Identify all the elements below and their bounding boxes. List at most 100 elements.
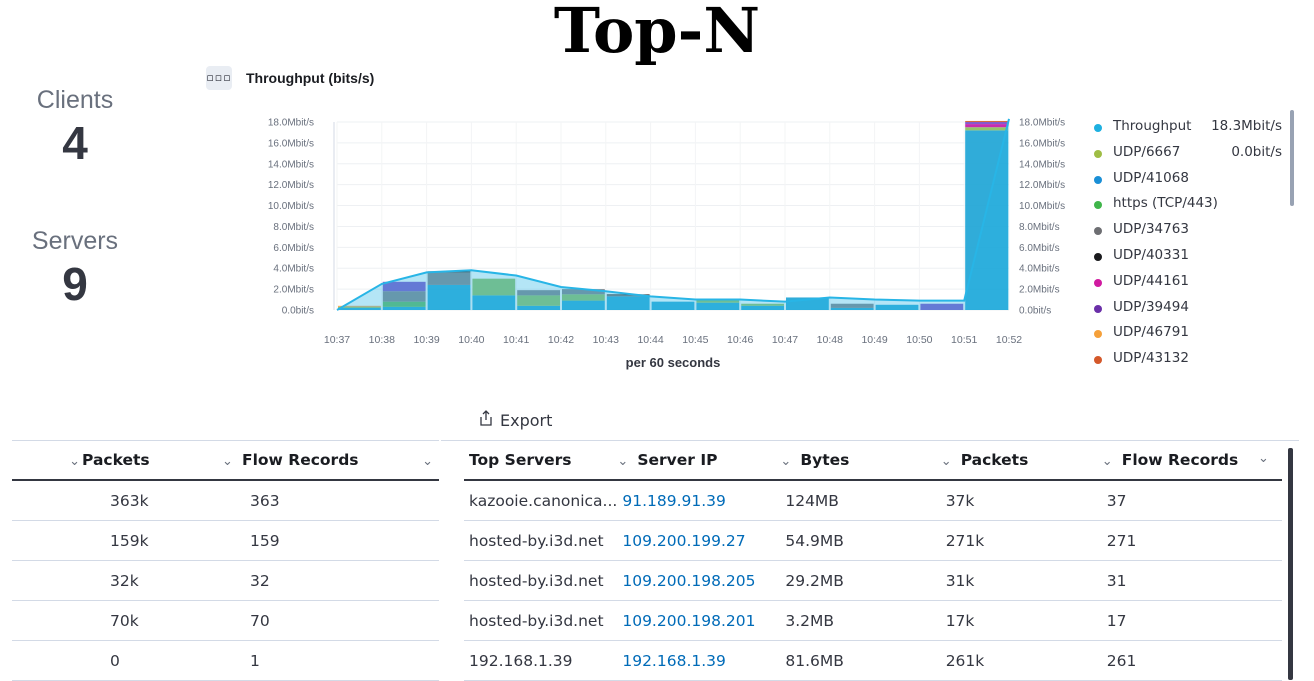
y-tick-label-right: 4.0Mbit/s [1019, 264, 1060, 275]
cell-packets: 0 [82, 640, 222, 681]
table-header-row: ⌄ Packets ⌄ Flow Records ⌄ [12, 441, 439, 481]
table-cell-spacer [12, 640, 82, 681]
x-tick-label: 10:39 [413, 334, 439, 346]
cell-packets: 363k [82, 480, 222, 521]
legend-label: UDP/41068 [1113, 169, 1189, 186]
export-label: Export [500, 411, 553, 430]
bar-segment [965, 122, 1008, 125]
column-header-bytes[interactable]: ⌄ Bytes [780, 441, 941, 481]
export-button[interactable]: Export [478, 410, 552, 430]
cell-flow-records: 159 [222, 520, 369, 561]
x-axis-title: per 60 seconds [626, 355, 721, 370]
table-row: 159k 159 [12, 520, 439, 561]
y-tick-label-right: 2.0Mbit/s [1019, 285, 1060, 296]
chevron-down-icon[interactable]: ⌄ [413, 454, 433, 469]
table-cell-spacer [12, 520, 82, 561]
cell-packets: 17k [940, 600, 1102, 641]
y-tick-label: 8.0Mbit/s [273, 222, 314, 233]
legend-label: Throughput [1113, 118, 1192, 134]
table-scrollbar[interactable] [1288, 448, 1293, 680]
cell-server-ip[interactable]: 109.200.199.27 [617, 520, 781, 561]
cell-server-ip[interactable]: 192.168.1.39 [617, 640, 781, 681]
legend-item[interactable]: UDP/40331 [1094, 247, 1294, 267]
legend-item[interactable]: https (TCP/443) [1094, 195, 1294, 215]
x-tick-label: 10:52 [996, 334, 1022, 346]
y-tick-label: 0.0bit/s [282, 306, 314, 317]
column-header-packets[interactable]: ⌄ Packets [940, 441, 1102, 481]
cell-flow-records: 32 [222, 560, 369, 601]
column-label: Bytes [800, 451, 850, 469]
cell-server-name: 192.168.1.39 [464, 640, 618, 681]
legend-scrollbar[interactable] [1290, 110, 1294, 206]
table-cell-spacer [369, 600, 439, 641]
table-cell-spacer [12, 600, 82, 641]
legend-dot-icon [1094, 304, 1102, 313]
legend-label: UDP/39494 [1113, 298, 1189, 315]
y-tick-label-right: 18.0Mbit/s [1019, 118, 1065, 129]
cell-flow-records: 261 [1101, 640, 1282, 681]
y-tick-label-right: 14.0Mbit/s [1019, 159, 1065, 170]
column-header-flow-records[interactable]: ⌄ Flow Records ⌄ [1101, 441, 1282, 481]
chevron-down-icon[interactable]: ⌄ [617, 454, 637, 469]
y-tick-label-right: 6.0Mbit/s [1019, 243, 1060, 254]
throughput-area [337, 118, 1009, 310]
y-tick-label-right: 12.0Mbit/s [1019, 180, 1065, 191]
chevron-down-icon[interactable]: ⌄ [60, 454, 80, 469]
legend-item[interactable]: UDP/46791 [1094, 324, 1294, 344]
y-tick-label: 6.0Mbit/s [273, 243, 314, 254]
legend-label: UDP/46791 [1113, 324, 1189, 341]
column-header-top-servers[interactable]: Top Servers [464, 441, 618, 481]
column-header-flow-records[interactable]: ⌄ Flow Records [222, 441, 369, 481]
legend-item[interactable]: UDP/34763 [1094, 221, 1294, 241]
legend-dot-icon [1094, 278, 1102, 287]
clients-table: ⌄ Packets ⌄ Flow Records ⌄ 363k 363 159k 159… [12, 441, 439, 681]
chevron-down-icon[interactable]: ⌄ [222, 454, 242, 469]
chevron-down-icon[interactable]: ⌄ [1102, 454, 1122, 469]
table-cell-spacer [369, 560, 439, 601]
table-row: kazooie.canonica... 91.189.91.39 124MB 37k 3… [464, 480, 1282, 521]
x-tick-label: 10:50 [906, 334, 932, 346]
x-tick-label: 10:45 [682, 334, 708, 346]
table-cell-spacer [369, 480, 439, 521]
column-label: Flow Records [1121, 451, 1239, 469]
table-row: hosted-by.i3d.net 109.200.198.201 3.2MB 17k… [464, 600, 1282, 641]
cell-server-ip[interactable]: 109.200.198.205 [617, 560, 781, 601]
cell-flow-records: 31 [1101, 560, 1282, 601]
y-tick-label: 14.0Mbit/s [268, 159, 314, 170]
table-row: 363k 363 [12, 480, 439, 521]
column-toggle[interactable]: ⌄ [369, 441, 439, 481]
cell-packets: 31k [940, 560, 1102, 601]
cell-packets: 32k [82, 560, 222, 601]
x-tick-label: 10:40 [458, 334, 484, 346]
chevron-down-icon[interactable]: ⌄ [1258, 451, 1278, 466]
column-header-packets[interactable]: Packets [82, 441, 222, 481]
legend-item[interactable]: UDP/41068 [1094, 170, 1294, 190]
chevron-down-icon[interactable]: ⌄ [780, 454, 800, 469]
cell-bytes: 81.6MB [780, 640, 941, 681]
y-tick-label: 10.0Mbit/s [268, 201, 314, 212]
legend-label: UDP/34763 [1113, 221, 1189, 238]
cell-flow-records: 37 [1101, 480, 1282, 521]
x-tick-label: 10:51 [951, 334, 977, 346]
legend-item[interactable]: UDP/39494 [1094, 299, 1294, 319]
table-cell-spacer [369, 520, 439, 561]
chevron-down-icon[interactable]: ⌄ [941, 454, 961, 469]
legend-label: UDP/44161 [1113, 272, 1189, 289]
cell-server-ip[interactable]: 91.189.91.39 [617, 480, 781, 521]
column-toggle[interactable]: ⌄ [12, 441, 82, 481]
cell-server-ip[interactable]: 109.200.198.201 [617, 600, 781, 641]
legend-item[interactable]: UDP/6667 0.0bit/s [1094, 144, 1294, 164]
legend-label: UDP/6667 [1113, 143, 1181, 160]
cell-flow-records: 363 [222, 480, 369, 521]
legend-item[interactable]: UDP/44161 [1094, 273, 1294, 293]
table-cell-spacer [369, 640, 439, 681]
legend-item[interactable]: UDP/43132 [1094, 350, 1294, 370]
column-header-server-ip[interactable]: ⌄ Server IP [617, 441, 781, 481]
table-row: 32k 32 [12, 560, 439, 601]
column-label: Packets [960, 451, 1029, 469]
cell-flow-records: 271 [1101, 520, 1282, 561]
legend-dot-icon [1094, 149, 1102, 158]
y-tick-label-right: 10.0Mbit/s [1019, 201, 1065, 212]
legend-item[interactable]: Throughput 18.3Mbit/s [1094, 118, 1294, 138]
throughput-chart: 18.0Mbit/s 18.0Mbit/s 16.0Mbit/s 16.0Mbit/s… [268, 118, 1065, 371]
